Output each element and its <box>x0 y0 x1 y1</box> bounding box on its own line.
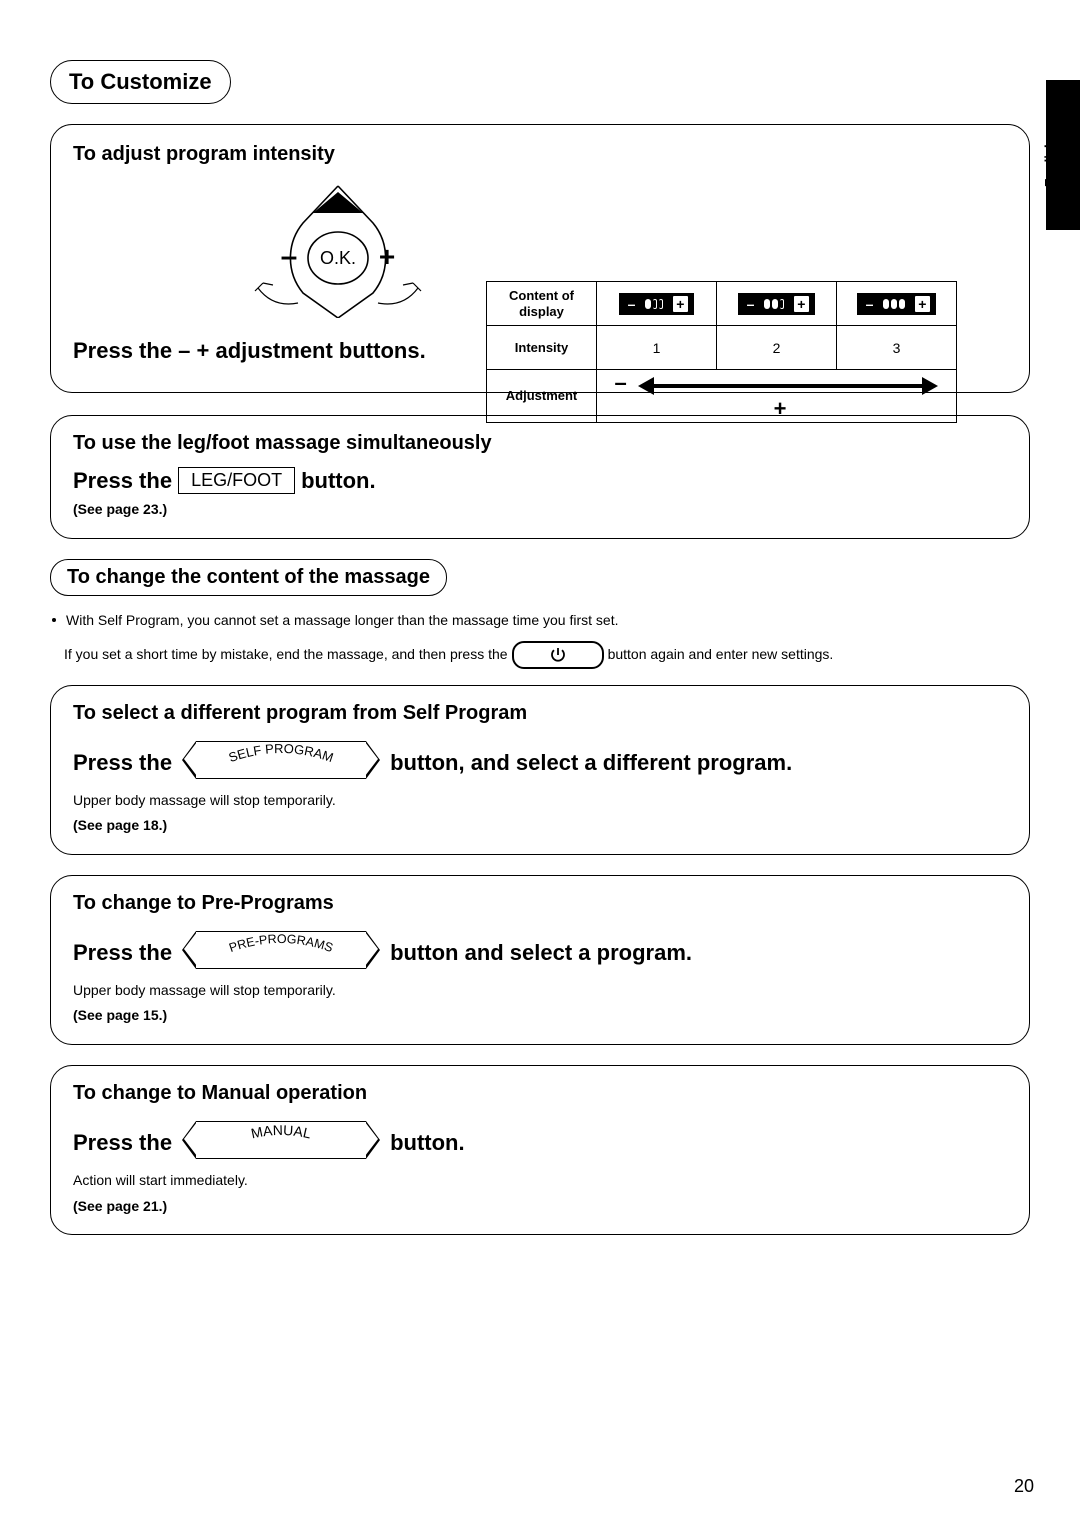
display-level-1: – + <box>597 282 717 326</box>
table-header-content: Content of display <box>487 282 597 326</box>
bullet-icon <box>52 618 56 622</box>
preprograms-after: button and select a program. <box>390 940 692 966</box>
manual-note1: Action will start immediately. <box>73 1171 1007 1191</box>
display-level-3: – + <box>837 282 957 326</box>
svg-text:SELF PROGRAM: SELF PROGRAM <box>227 741 336 765</box>
section-self-program: To select a different program from Self … <box>50 685 1030 855</box>
legfoot-press: Press the <box>73 468 172 494</box>
preprograms-note2: (See page 15.) <box>73 1006 1007 1026</box>
selfprogram-after: button, and select a different program. <box>390 750 792 776</box>
change-content-line2a: If you set a short time by mistake, end … <box>64 644 508 665</box>
page-title: To Customize <box>50 60 231 104</box>
manual-note2: (See page 21.) <box>73 1197 1007 1217</box>
adj-minus: – <box>615 370 635 396</box>
page-number: 20 <box>1014 1476 1034 1497</box>
preprograms-heading: To change to Pre-Programs <box>73 892 1007 915</box>
adjust-heading: To adjust program intensity <box>73 143 1007 166</box>
adjustment-arrow-cell: – + <box>597 370 957 423</box>
preprograms-press: Press the <box>73 940 172 966</box>
intensity-table: Content of display – + – + – + Intensity… <box>486 281 957 423</box>
pre-programs-button[interactable]: PRE-PROGRAMS <box>196 931 366 975</box>
section-pre-programs: To change to Pre-Programs Press the PRE-… <box>50 875 1030 1045</box>
section-adjust-intensity: To adjust program intensity O.K. – + Co <box>50 124 1030 393</box>
adj-plus: + <box>767 396 787 422</box>
language-label: English <box>1042 140 1057 187</box>
table-header-intensity: Intensity <box>487 326 597 370</box>
preprograms-note1: Upper body massage will stop temporarily… <box>73 981 1007 1001</box>
power-button[interactable] <box>512 641 604 669</box>
change-content-bullet: With Self Program, you cannot set a mass… <box>66 610 619 631</box>
change-content-heading: To change the content of the massage <box>50 559 447 596</box>
legfoot-button[interactable]: LEG/FOOT <box>178 467 295 494</box>
svg-text:O.K.: O.K. <box>320 248 356 268</box>
intensity-2: 2 <box>717 326 837 370</box>
legfoot-note: (See page 23.) <box>73 500 1007 520</box>
self-program-button[interactable]: SELF PROGRAM <box>196 741 366 785</box>
section-manual: To change to Manual operation Press the … <box>50 1065 1030 1235</box>
manual-button[interactable]: MANUAL <box>196 1121 366 1165</box>
intensity-1: 1 <box>597 326 717 370</box>
adjustment-arrow-icon <box>638 380 938 392</box>
change-content-line2b: button again and enter new settings. <box>608 644 834 665</box>
svg-text:–: – <box>281 240 298 273</box>
manual-heading: To change to Manual operation <box>73 1082 1007 1105</box>
selfprogram-press: Press the <box>73 750 172 776</box>
svg-text:PRE-PROGRAMS: PRE-PROGRAMS <box>227 932 335 955</box>
power-icon <box>550 647 566 663</box>
section-leg-foot: To use the leg/foot massage simultaneous… <box>50 415 1030 539</box>
remote-control-illustration: O.K. – + <box>213 178 463 318</box>
legfoot-heading: To use the leg/foot massage simultaneous… <box>73 432 1007 455</box>
intensity-3: 3 <box>837 326 957 370</box>
selfprogram-note2: (See page 18.) <box>73 816 1007 836</box>
manual-press: Press the <box>73 1130 172 1156</box>
table-header-adjustment: Adjustment <box>487 370 597 423</box>
manual-button-word: button. <box>390 1130 465 1156</box>
svg-text:MANUAL: MANUAL <box>250 1122 313 1142</box>
page-content: To Customize To adjust program intensity… <box>0 0 1080 1285</box>
selfprogram-note1: Upper body massage will stop temporarily… <box>73 791 1007 811</box>
svg-text:+: + <box>379 241 395 272</box>
selfprogram-heading: To select a different program from Self … <box>73 702 1007 725</box>
legfoot-button-word: button. <box>301 468 376 494</box>
display-level-2: – + <box>717 282 837 326</box>
